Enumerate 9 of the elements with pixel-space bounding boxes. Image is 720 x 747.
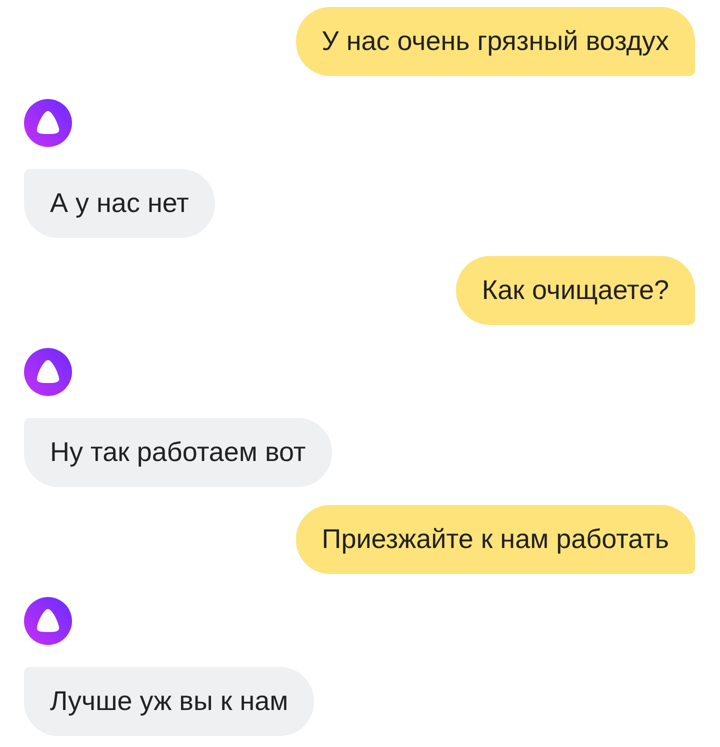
assistant-message: Лучше уж вы к нам bbox=[24, 667, 314, 736]
user-message: У нас очень грязный воздух bbox=[296, 7, 695, 76]
user-message: Как очищаете? bbox=[456, 256, 695, 325]
assistant-message: А у нас нет bbox=[24, 169, 215, 238]
assistant-avatar-icon bbox=[24, 99, 72, 147]
assistant-avatar-icon bbox=[24, 597, 72, 645]
user-message: Приезжайте к нам работать bbox=[296, 505, 695, 574]
assistant-message: Ну так работаем вот bbox=[24, 418, 332, 487]
assistant-avatar-icon bbox=[24, 348, 72, 396]
